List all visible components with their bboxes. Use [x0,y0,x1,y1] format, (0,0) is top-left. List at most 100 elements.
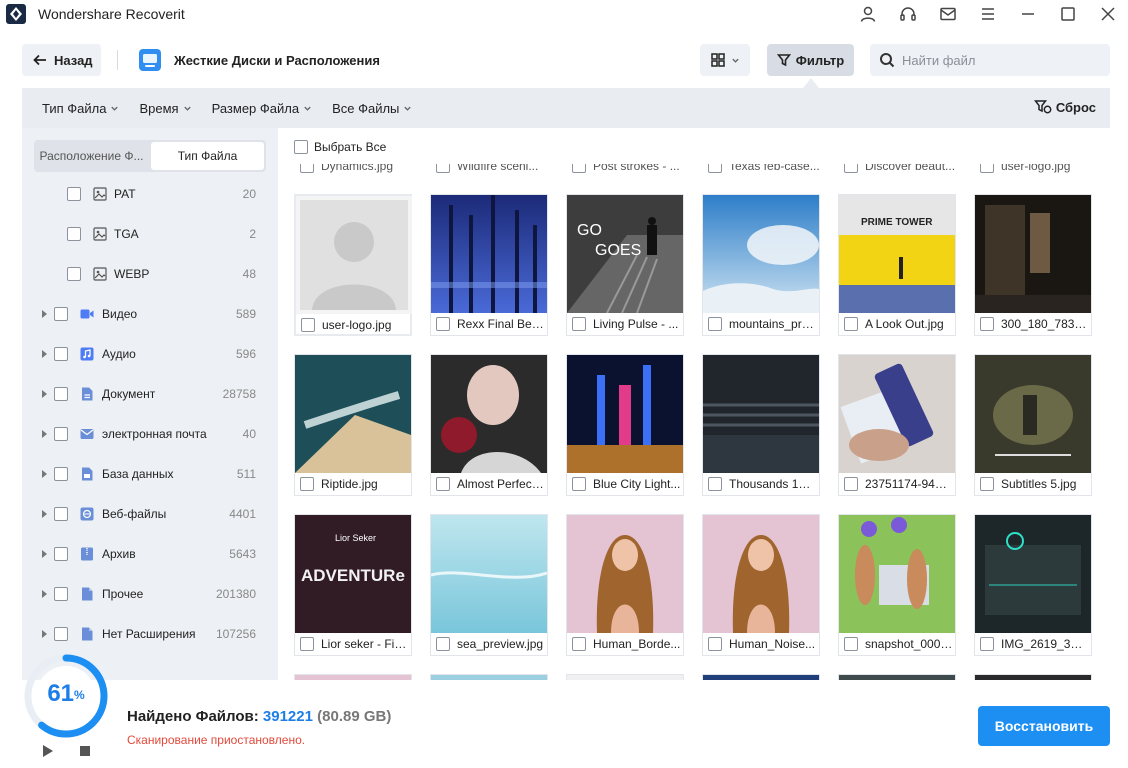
tree-item-other[interactable]: Прочее 201380 [22,574,278,614]
file-card[interactable]: Blue City Light... [566,354,684,496]
file-card[interactable]: 300_180_78360... [974,194,1092,336]
search-input[interactable] [902,52,1102,68]
tree-item-checkbox[interactable] [54,627,68,641]
filter-all-files-dropdown[interactable]: Все Файлы [332,101,412,116]
file-checkbox[interactable] [572,637,586,651]
file-checkbox[interactable] [980,164,994,173]
file-card[interactable] [566,674,684,680]
file-checkbox[interactable] [436,164,450,173]
file-checkbox[interactable] [980,637,994,651]
file-card[interactable]: mountains_pre... [702,194,820,336]
search-box[interactable] [870,44,1110,76]
file-card[interactable]: 23751174-94bb... [838,354,956,496]
tree-item-checkbox[interactable] [54,467,68,481]
expand-arrow-icon[interactable] [42,430,47,438]
tree-item-database[interactable]: База данных 511 [22,454,278,494]
tree-item-checkbox[interactable] [54,587,68,601]
tree-item-audio[interactable]: Аудио 596 [22,334,278,374]
minimize-icon[interactable] [1008,0,1048,28]
file-card[interactable]: PRIME TOWER A Look Out.jpg [838,194,956,336]
file-card[interactable]: Riptide.jpg [294,354,412,496]
filter-file-type-dropdown[interactable]: Тип Файла [42,101,119,116]
file-card[interactable]: Lior Seker ADVENTURe Lior seker - Firs... [294,514,412,656]
file-card[interactable]: snapshot_0000... [838,514,956,656]
file-checkbox[interactable] [300,477,314,491]
file-card[interactable] [430,674,548,680]
file-checkbox[interactable] [708,477,722,491]
tree-item-checkbox[interactable] [54,427,68,441]
close-icon[interactable] [1088,0,1128,28]
file-checkbox[interactable] [844,164,858,173]
tree-item-checkbox[interactable] [67,187,81,201]
tree-item-checkbox[interactable] [54,307,68,321]
file-card[interactable] [838,674,956,680]
list-item[interactable]: Wildfire sceni... [430,164,548,176]
file-checkbox[interactable] [572,477,586,491]
resume-scan-button[interactable] [43,745,53,757]
filter-time-dropdown[interactable]: Время [139,101,191,116]
stop-scan-button[interactable] [80,746,90,756]
tree-item-archive[interactable]: Архив 5643 [22,534,278,574]
tree-item-checkbox[interactable] [54,507,68,521]
list-item[interactable]: Post strokes - ... [566,164,684,176]
view-mode-dropdown[interactable] [700,44,750,76]
file-card[interactable]: IMG_2619_392... [974,514,1092,656]
file-card[interactable]: Human_Noise... [702,514,820,656]
expand-arrow-icon[interactable] [42,590,47,598]
file-card[interactable]: sea_preview.jpg [430,514,548,656]
expand-arrow-icon[interactable] [42,510,47,518]
tree-item-webp[interactable]: WEBP 48 [22,254,278,294]
tree-item-web-files[interactable]: Веб-файлы 4401 [22,494,278,534]
expand-arrow-icon[interactable] [42,470,47,478]
file-checkbox[interactable] [980,477,994,491]
file-checkbox[interactable] [436,477,450,491]
expand-arrow-icon[interactable] [42,350,47,358]
tree-item-document[interactable]: Документ 28758 [22,374,278,414]
tree-item-no-extension[interactable]: Нет Расширения 107256 [22,614,278,654]
file-checkbox[interactable] [572,317,586,331]
file-checkbox[interactable] [300,164,314,173]
mail-icon[interactable] [928,0,968,28]
tree-item-checkbox[interactable] [67,267,81,281]
tree-item-checkbox[interactable] [54,347,68,361]
file-card[interactable]: user-logo.jpg [294,194,412,336]
file-checkbox[interactable] [708,637,722,651]
menu-icon[interactable] [968,0,1008,28]
file-checkbox[interactable] [572,164,586,173]
file-card[interactable]: GO GOES Living Pulse - ... [566,194,684,336]
headset-icon[interactable] [888,0,928,28]
file-card[interactable]: Human_Borde... [566,514,684,656]
file-card[interactable]: Subtitles 5.jpg [974,354,1092,496]
file-card[interactable]: Thousands 15.j... [702,354,820,496]
list-item[interactable]: Discover beaut... [838,164,956,176]
file-card[interactable]: Rexx Final Beat... [430,194,548,336]
file-checkbox[interactable] [436,317,450,331]
expand-arrow-icon[interactable] [42,390,47,398]
list-item[interactable]: Texas feb-case... [702,164,820,176]
tree-item-video[interactable]: Видео 589 [22,294,278,334]
file-card[interactable] [294,674,412,680]
tree-item-checkbox[interactable] [54,547,68,561]
tab-file-type[interactable]: Тип Файла [150,142,264,170]
tree-item-email[interactable]: электронная почта 40 [22,414,278,454]
list-item[interactable]: Dynamics.jpg [294,164,412,176]
file-checkbox[interactable] [844,637,858,651]
file-checkbox[interactable] [980,317,994,331]
file-card[interactable]: Almost Perfect... [430,354,548,496]
expand-arrow-icon[interactable] [42,310,47,318]
tree-item-tga[interactable]: TGA 2 [22,214,278,254]
file-checkbox[interactable] [708,317,722,331]
file-checkbox[interactable] [708,164,722,173]
file-card[interactable] [974,674,1092,680]
tree-item-checkbox[interactable] [67,227,81,241]
reset-filter-button[interactable]: Сброс [1033,99,1096,115]
filter-file-size-dropdown[interactable]: Размер Файла [212,101,312,116]
file-checkbox[interactable] [436,637,450,651]
select-all-checkbox[interactable] [294,140,308,154]
filter-button[interactable]: Фильтр [767,44,854,76]
file-checkbox[interactable] [844,317,858,331]
tree-item-checkbox[interactable] [54,387,68,401]
list-item[interactable]: user-logo.jpg [974,164,1092,176]
tab-file-location[interactable]: Расположение Ф... [34,140,149,172]
file-card[interactable] [702,674,820,680]
